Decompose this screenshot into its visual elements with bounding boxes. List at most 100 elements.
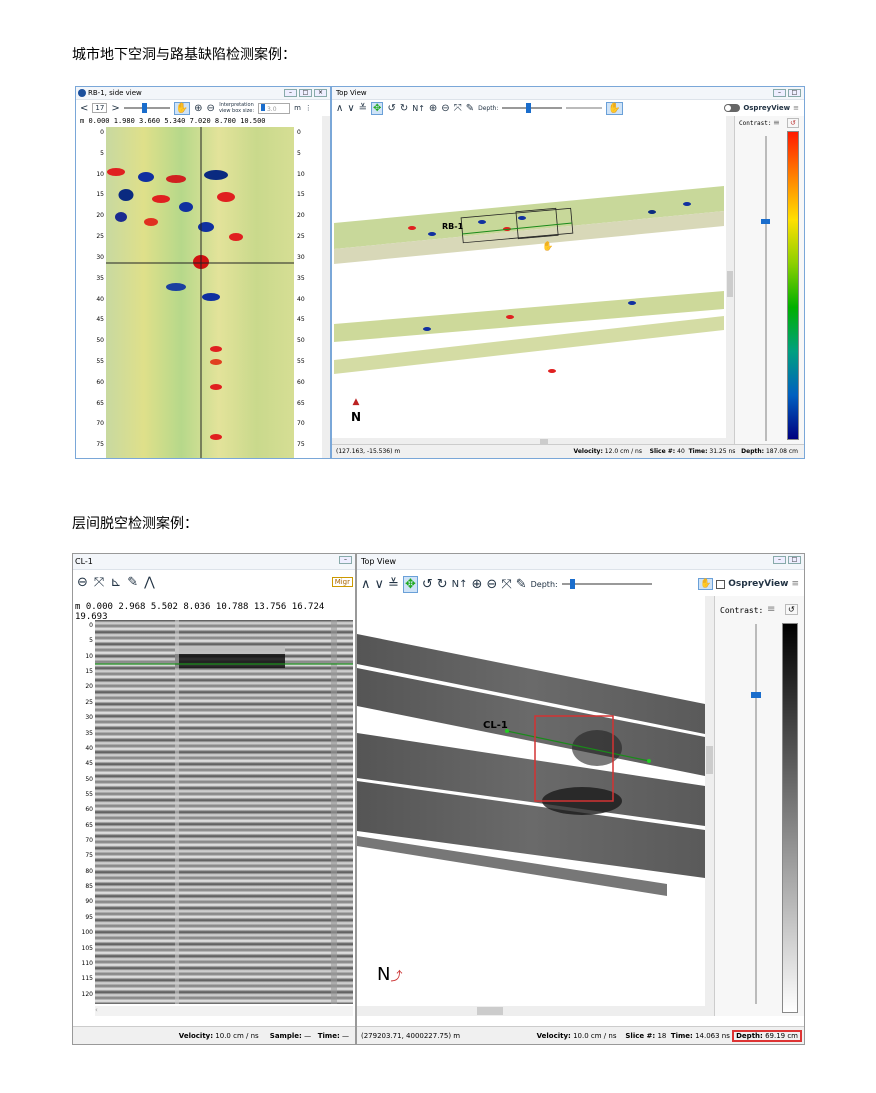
level-icon[interactable]: ≚ — [359, 103, 367, 114]
forward-icon[interactable]: > — [111, 103, 119, 114]
depth-labels-right: 0 5 10 15 20 25 30 35 40 45 50 55 60 65 70 75 — [295, 127, 317, 458]
zoom-out-icon[interactable]: ⊖ — [207, 103, 215, 114]
rotate-left-icon[interactable]: ↺ — [422, 577, 433, 592]
depth-slider[interactable] — [561, 579, 652, 589]
zoom-out-icon[interactable]: ⊖ — [77, 575, 88, 590]
top-view-vscrollbar[interactable] — [705, 596, 714, 1016]
depth-tick-label: 30 — [85, 714, 93, 722]
north-arrow-icon: N⤴ — [377, 964, 403, 985]
contrast-slider-handle[interactable] — [751, 692, 761, 698]
top-view-hscrollbar[interactable] — [357, 1006, 705, 1016]
peak-icon[interactable]: ⋀ — [144, 575, 155, 590]
view-checkbox[interactable] — [716, 579, 726, 589]
map-anomaly — [408, 226, 416, 230]
depth-tick-label: 40 — [96, 295, 104, 303]
pan-icon[interactable]: ✥ — [402, 575, 418, 593]
map-anomaly — [428, 232, 436, 236]
migrate-button[interactable]: Migr — [331, 577, 353, 587]
hand-icon[interactable]: ✋ — [698, 578, 714, 590]
depth-tick-label: 90 — [85, 898, 93, 906]
depth-tick-label: 25 — [297, 233, 305, 241]
top-view-map[interactable]: RB-1 ✋ ▲ N — [332, 116, 726, 446]
chevron-down-icon[interactable]: ∨ — [347, 103, 354, 114]
radargram-layers — [95, 620, 353, 1004]
north-icon[interactable]: N↑ — [452, 579, 468, 590]
zoom-out-icon[interactable]: ⊖ — [486, 577, 497, 592]
chevron-up-icon[interactable]: ∧ — [336, 103, 343, 114]
hand-icon[interactable]: ✋ — [173, 101, 191, 115]
north-icon[interactable]: N↑ — [412, 104, 425, 113]
profile-slider[interactable] — [123, 103, 170, 113]
minimize-button[interactable]: – — [773, 556, 786, 564]
maximize-button[interactable]: □ — [788, 89, 801, 97]
maximize-button[interactable]: □ — [299, 89, 312, 97]
color-scale-bar — [782, 623, 798, 1013]
more-menu-icon[interactable]: ⋮ — [305, 104, 312, 112]
maximize-button[interactable]: □ — [788, 556, 801, 564]
contrast-slider-track[interactable] — [765, 136, 767, 441]
chart-icon[interactable]: ⊾ — [110, 575, 121, 590]
depth-tick-label: 0 — [100, 129, 104, 136]
depth-value: 69.19 cm — [765, 1032, 798, 1040]
minimize-button[interactable]: – — [339, 556, 352, 564]
x-tick-label: 16.724 — [286, 602, 325, 612]
minimize-button[interactable]: – — [284, 89, 297, 97]
minimize-button[interactable]: – — [773, 89, 786, 97]
contrast-menu-icon[interactable]: ≡ — [767, 604, 775, 615]
depth-label: Depth: — [530, 579, 558, 589]
radar-anomaly — [179, 202, 193, 212]
reset-icon[interactable]: ↺ — [787, 118, 799, 128]
chevron-up-icon[interactable]: ∧ — [361, 577, 371, 592]
top-view-vscrollbar[interactable] — [726, 116, 734, 446]
top-view-window-case2: Top View – □ ∧ ∨ ≚ ✥ ↺ ↻ N↑ ⊕ ⊖ ⤧ ✎ Depth… — [356, 553, 805, 1045]
zoom-out-icon[interactable]: ⊖ — [441, 103, 449, 114]
top-view-map[interactable]: CL-1 N⤴ — [357, 596, 705, 1016]
profile-number-field[interactable]: 17 — [92, 103, 108, 113]
pan-icon[interactable]: ✥ — [371, 101, 384, 115]
zoom-in-icon[interactable]: ⊕ — [429, 103, 437, 114]
depth-highlight: Depth: 69.19 cm — [732, 1030, 802, 1042]
back-icon[interactable]: < — [80, 103, 88, 114]
fit-icon[interactable]: ⤧ — [454, 103, 462, 114]
x-tick-label: 2.968 — [112, 602, 146, 612]
depth-tick-label: 55 — [297, 357, 305, 365]
level-icon[interactable]: ≚ — [388, 577, 399, 592]
depth-tick-label: 10 — [297, 170, 305, 178]
interp-box-size-field[interactable]: 3.0 — [258, 102, 291, 114]
depth-tick-label: 15 — [96, 191, 104, 199]
depth-tick-label: 65 — [96, 399, 104, 407]
depth-tick-label: 40 — [297, 295, 305, 303]
chevron-down-icon[interactable]: ∨ — [375, 577, 385, 592]
rotate-right-icon[interactable]: ↻ — [400, 103, 408, 114]
x-tick-label: 1.980 — [109, 117, 135, 125]
menu-icon[interactable]: ≡ — [791, 579, 799, 589]
close-button[interactable]: × — [314, 89, 327, 97]
side-view-hscrollbar[interactable]: ‹ — [95, 1006, 353, 1016]
reset-icon[interactable]: ↺ — [785, 604, 798, 615]
rotate-left-icon[interactable]: ↺ — [387, 103, 395, 114]
fit-icon[interactable]: ⤧ — [94, 575, 104, 590]
depth-tick-label: 0 — [89, 622, 93, 629]
north-arrow-icon: ▲ N — [350, 397, 362, 425]
x-tick-label: 13.756 — [248, 602, 287, 612]
depth-tick-label: 110 — [81, 959, 93, 967]
pencil-icon[interactable]: ✎ — [516, 577, 527, 592]
side-view-scrollbar[interactable] — [322, 116, 330, 458]
fit-icon[interactable]: ⤧ — [501, 577, 511, 592]
zoom-in-icon[interactable]: ⊕ — [194, 103, 202, 114]
contrast-slider-handle[interactable] — [761, 219, 770, 224]
depth-slider[interactable] — [502, 103, 563, 113]
cursor-coords: (127.163, -15.536) m — [336, 448, 401, 455]
contrast-menu-icon[interactable]: ≡ — [773, 118, 780, 127]
view-toggle[interactable] — [724, 104, 741, 112]
radar-anomaly — [210, 384, 222, 390]
contrast-label: Contrast: — [739, 120, 772, 127]
zoom-in-icon[interactable]: ⊕ — [472, 577, 483, 592]
pencil-icon[interactable]: ✎ — [466, 103, 474, 114]
rotate-right-icon[interactable]: ↻ — [437, 577, 448, 592]
menu-icon[interactable]: ≡ — [793, 104, 799, 112]
pencil-icon[interactable]: ✎ — [127, 575, 138, 590]
contrast-panel: Contrast: ≡ ↺ — [714, 596, 804, 1016]
contrast-slider-track[interactable] — [755, 624, 757, 1004]
hand-icon[interactable]: ✋ — [606, 101, 623, 115]
